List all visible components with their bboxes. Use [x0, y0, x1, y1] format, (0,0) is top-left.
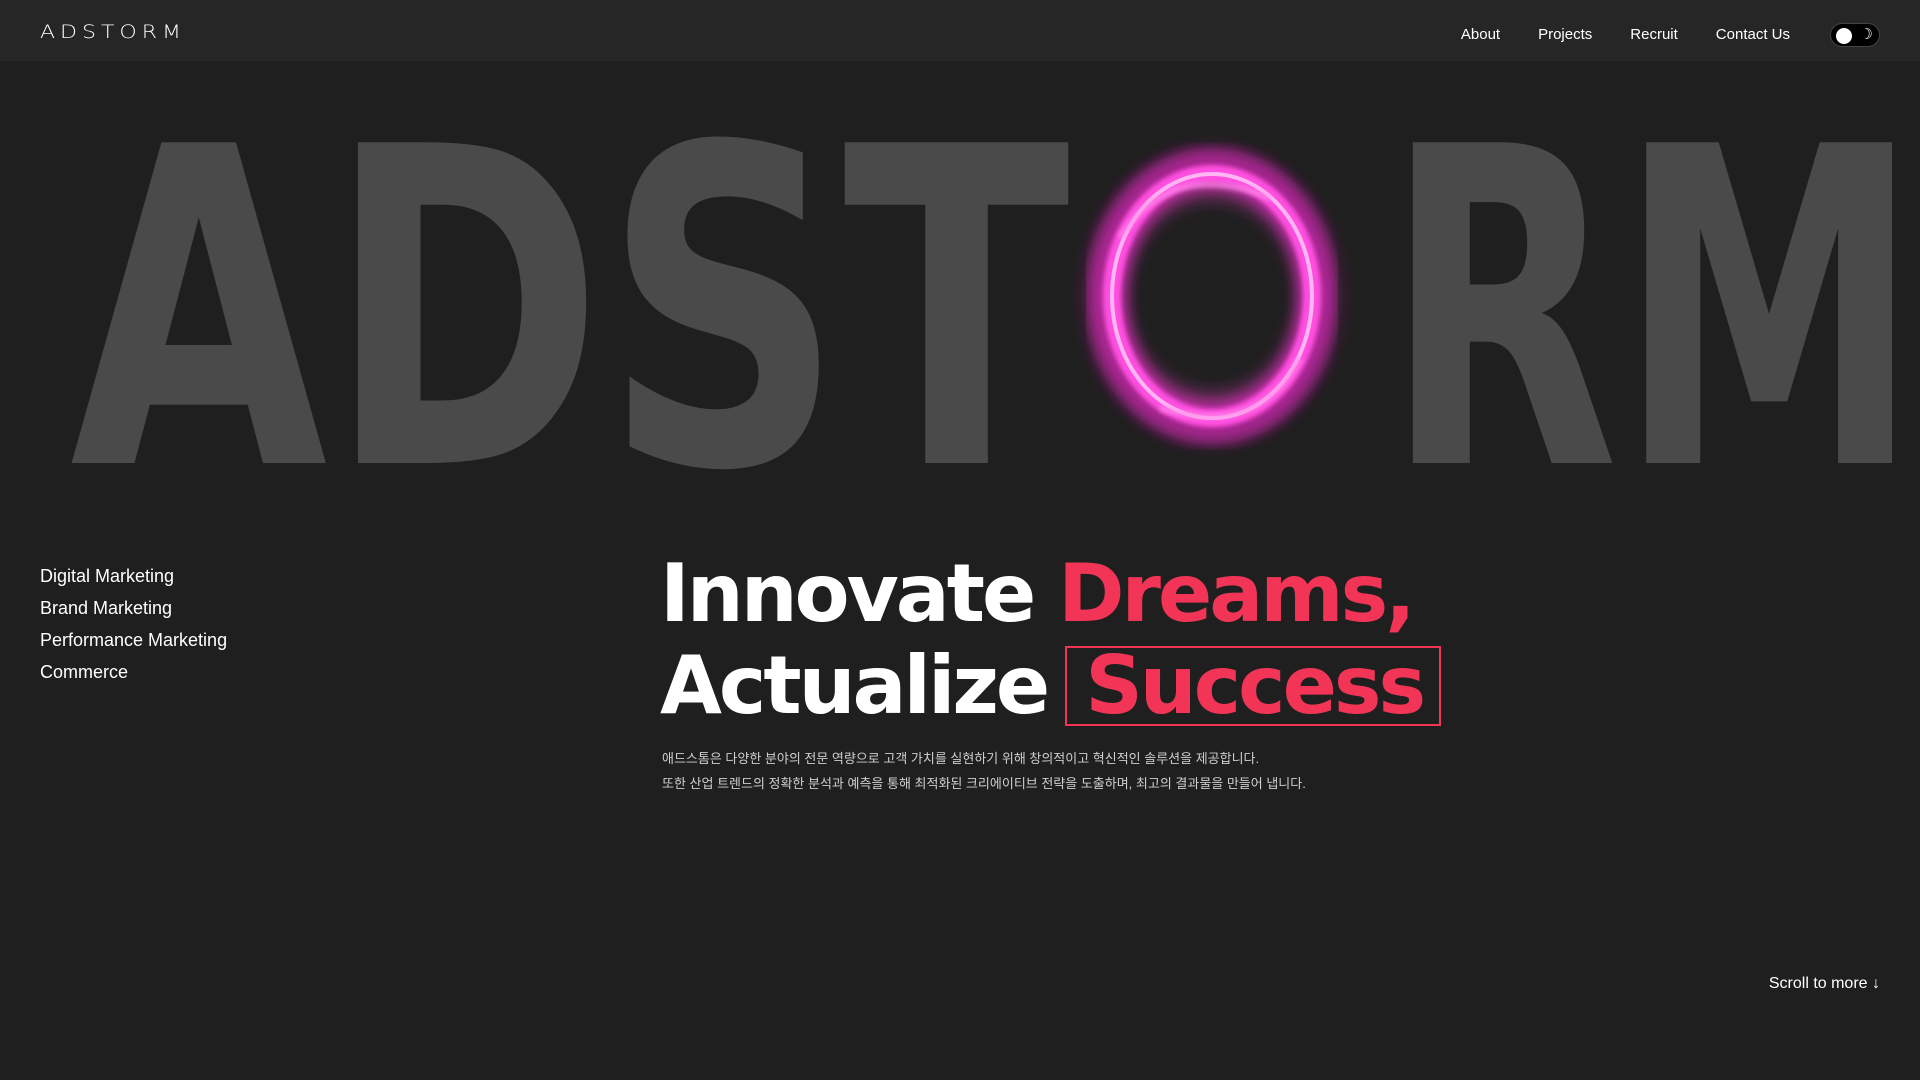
service-performance-marketing[interactable]: Performance Marketing — [40, 624, 227, 656]
hero-big-word: ADST RM — [70, 118, 1920, 478]
theme-toggle[interactable]: ☽ — [1830, 23, 1880, 47]
toggle-knob — [1836, 28, 1852, 44]
headline-actualize: Actualize — [660, 639, 1050, 732]
headline-success-box: Success — [1065, 646, 1442, 726]
description-line-2: 또한 산업 트렌드의 정확한 분석과 예측을 통해 최적화된 크리에이티브 전략… — [662, 776, 1306, 791]
glowing-ring-icon — [1074, 138, 1350, 454]
headline-innovate: Innovate — [660, 547, 1036, 640]
services-list: Digital Marketing Brand Marketing Perfor… — [40, 560, 227, 688]
page: ADSTORM About Projects Recruit Contact U… — [0, 0, 1920, 1080]
nav-projects[interactable]: Projects — [1538, 26, 1592, 43]
moon-icon: ☽ — [1859, 26, 1873, 43]
hero-headline: Innovate Dreams, Actualize Success — [660, 548, 1442, 732]
big-letter-a: ADST — [70, 118, 1072, 478]
headline-dreams: Dreams, — [1058, 547, 1415, 640]
nav-about[interactable]: About — [1461, 26, 1500, 43]
site-header: ADSTORM About Projects Recruit Contact U… — [0, 0, 1920, 61]
service-brand-marketing[interactable]: Brand Marketing — [40, 592, 227, 624]
description-line-1: 애드스톰은 다양한 분야의 전문 역량으로 고객 가치를 실현하기 위해 창의적… — [662, 751, 1260, 766]
big-letter-rm: RM — [1385, 118, 1920, 478]
nav-contact-us[interactable]: Contact Us — [1716, 26, 1790, 43]
site-logo[interactable]: ADSTORM — [40, 22, 186, 43]
hero-description: 애드스톰은 다양한 분야의 전문 역량으로 고객 가치를 실현하기 위해 창의적… — [662, 746, 1306, 796]
service-digital-marketing[interactable]: Digital Marketing — [40, 560, 227, 592]
scroll-to-more[interactable]: Scroll to more ↓ — [1769, 975, 1880, 993]
headline-line-2: Actualize Success — [660, 639, 1442, 732]
service-commerce[interactable]: Commerce — [40, 656, 227, 688]
headline-line-1: Innovate Dreams, — [660, 548, 1441, 640]
nav-recruit[interactable]: Recruit — [1630, 26, 1678, 43]
main-nav: About Projects Recruit Contact Us — [1461, 26, 1790, 43]
